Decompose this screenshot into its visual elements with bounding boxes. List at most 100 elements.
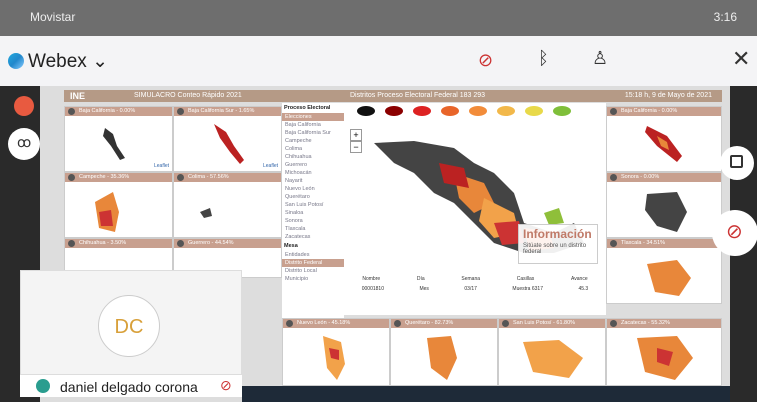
menu-item[interactable]: Michoacán [282, 169, 344, 177]
stat-header: Avance [571, 276, 588, 282]
status-bar: Movistar 3:16 [0, 0, 757, 36]
info-text: Sitúate sobre un distrito federal [523, 243, 587, 255]
state-map [523, 340, 583, 378]
stat-value: 45.3 [578, 286, 589, 292]
stat-header: Semana [461, 276, 481, 282]
panel-title: Sonora - 0.00% [607, 173, 721, 182]
panel-colima: Colima - 57.56% [173, 172, 282, 238]
zoom-in-button[interactable]: + [350, 129, 362, 141]
panel-title: Guerrero - 44.54% [174, 239, 281, 248]
menu-item[interactable]: Distrito Local [282, 267, 344, 275]
stat-header: Casillas [516, 276, 535, 282]
menu-item[interactable]: Entidades [282, 251, 344, 259]
clock: 3:16 [713, 10, 737, 24]
menu-item[interactable]: Nayarit [282, 177, 344, 185]
menu-item[interactable]: Baja California [282, 121, 344, 129]
panel-title: Baja California - 0.00% [607, 107, 721, 116]
mute-button[interactable]: ⊘ [712, 210, 757, 256]
state-map [645, 192, 687, 232]
info-box: Información Sitúate sobre un distrito fe… [518, 224, 598, 264]
menu-item[interactable]: Colima [282, 145, 344, 153]
panel-nuevo-leon: Nuevo León - 45.18% [282, 318, 390, 386]
menu-item[interactable]: San Luis Potosí [282, 201, 344, 209]
panel-title: Chihuahua - 3.50% [65, 239, 172, 248]
panel-title: Colima - 57.56% [174, 173, 281, 182]
leaflet-link[interactable]: Leaflet [263, 163, 278, 169]
panel-title: Nuevo León - 45.18% [283, 319, 389, 328]
state-map [200, 208, 212, 218]
stat-header: Día [416, 276, 425, 282]
panel-zacatecas: Zacatecas - 55.32% [606, 318, 722, 386]
menu-item[interactable]: Guerrero [282, 161, 344, 169]
menu-item[interactable]: Sonora [282, 217, 344, 225]
panel-title: Zacatecas - 55.32% [607, 319, 721, 328]
stats-table: Nombre Día Semana Casillas Avance 000018… [344, 270, 606, 315]
panel-sonora: Sonora - 0.00% [606, 172, 722, 238]
menu-item[interactable]: Sinaloa [282, 209, 344, 217]
webex-icon [36, 379, 50, 393]
mic-off-icon: ⊘ [726, 221, 743, 243]
windows-taskbar [242, 386, 730, 402]
menu-item[interactable]: Chihuahua [282, 153, 344, 161]
leaflet-link[interactable]: Leaflet [154, 163, 169, 169]
stat-value: Mes [419, 286, 429, 292]
stat-value: 03/17 [464, 286, 477, 292]
menu-heading: Proceso Electoral [284, 105, 331, 111]
ine-logo: INE [70, 91, 86, 101]
participant-name: daniel delgado corona [60, 379, 198, 395]
panel-baja-california-sur: Baja California Sur - 1.65% Leaflet [173, 106, 282, 172]
legend-swatches [357, 106, 571, 116]
stat-value: 00001810 [361, 286, 384, 292]
stat-header: Nombre [362, 276, 381, 282]
carrier: Movistar [30, 10, 76, 24]
mic-muted-icon[interactable]: ⊘ [220, 377, 232, 394]
panel-san-luis-potosi: San Luis Potosí - 61.80% [498, 318, 606, 386]
info-title: Información [523, 227, 592, 241]
participant-namebar: daniel delgado corona ⊘ [20, 375, 242, 397]
menu-item[interactable]: Querétaro [282, 193, 344, 201]
menu-item[interactable]: Tlaxcala [282, 225, 344, 233]
webex-brand: Webex [28, 51, 87, 72]
ine-header: INE SIMULACRO Conteo Rápido 2021 Distrit… [64, 90, 722, 102]
panel-queretaro: Querétaro - 82.73% [390, 318, 498, 386]
panel-title: Baja California - 0.00% [65, 107, 172, 116]
panel-title: Baja California Sur - 1.65% [174, 107, 281, 116]
map-legend [344, 103, 606, 125]
simulator-title: SIMULACRO Conteo Rápido 2021 [134, 92, 242, 99]
panel-title: Tlaxcala - 34.51% [607, 239, 721, 248]
menu-item[interactable]: Distrito Federal [282, 259, 344, 267]
state-map [95, 192, 119, 232]
menu-item[interactable]: Nuevo León [282, 185, 344, 193]
panel-title: Querétaro - 82.73% [391, 319, 497, 328]
layout-button[interactable] [720, 146, 754, 180]
webex-icon [8, 53, 24, 69]
state-map [323, 336, 345, 380]
menu-item[interactable]: Municipio [282, 275, 344, 283]
district-title: Distritos Proceso Electoral Federal 183 … [350, 92, 486, 99]
state-map [637, 336, 693, 380]
state-map [645, 126, 682, 162]
webex-logo[interactable]: Webex ⌄ [8, 50, 108, 73]
panel-title: San Luis Potosí - 61.80% [499, 319, 605, 328]
webex-toolbar: Webex ⌄ ⊘ ᛒ ♙ ✕ [0, 36, 757, 86]
report-date: 15:18 h, 9 de Mayo de 2021 [624, 92, 712, 99]
state-map [647, 260, 691, 296]
annotate-button[interactable]: ꝏ [8, 128, 40, 160]
record-button[interactable] [14, 96, 34, 116]
close-icon[interactable]: ✕ [732, 46, 750, 72]
zoom-out-button[interactable]: − [350, 141, 362, 153]
menu-item[interactable]: Baja California Sur [282, 129, 344, 137]
panel-campeche: Campeche - 35.36% [64, 172, 173, 238]
panel-title: Campeche - 35.36% [65, 173, 172, 182]
state-map [427, 336, 457, 380]
window-icon [730, 155, 743, 168]
video-off-icon[interactable]: ⊘ [478, 50, 493, 71]
participants-icon[interactable]: ♙ [592, 48, 608, 69]
panel-sinaloa: Baja California - 0.00% [606, 106, 722, 172]
menu-item[interactable]: Campeche [282, 137, 344, 145]
panel-baja-california: Baja California - 0.00% Leaflet [64, 106, 173, 172]
menu-item[interactable]: Zacatecas [282, 233, 344, 241]
menu-item[interactable]: Elecciones [282, 113, 344, 121]
bluetooth-icon[interactable]: ᛒ [538, 48, 549, 69]
stat-value: Muestra 6317 [512, 286, 543, 292]
